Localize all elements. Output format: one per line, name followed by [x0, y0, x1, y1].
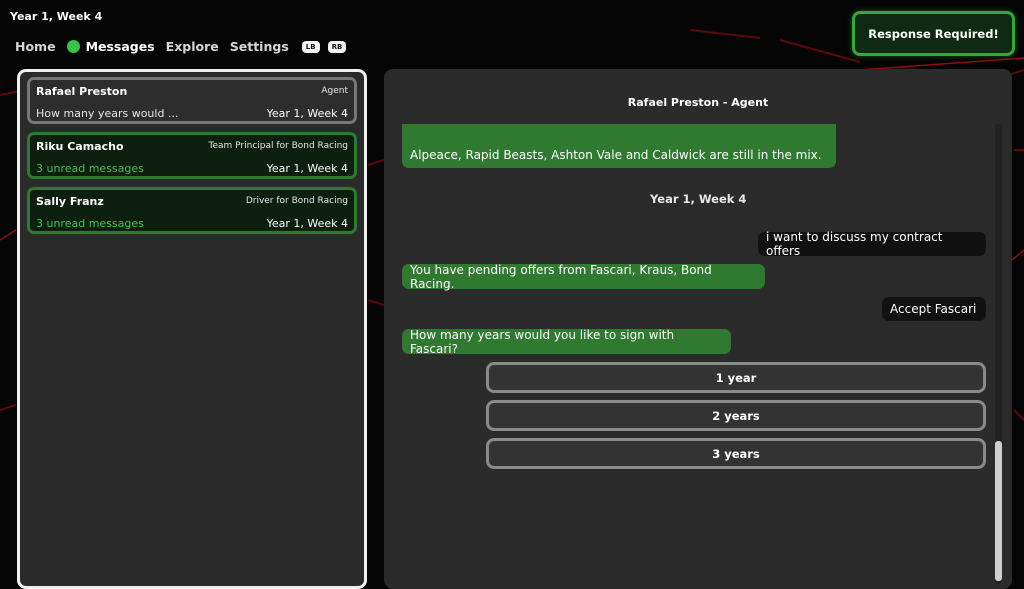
message-bubble-agent: You have pending offers from Fascari, Kr… — [402, 263, 765, 291]
conversation-list: Rafael Preston Agent How many years woul… — [17, 69, 367, 589]
conversation-date: Year 1, Week 4 — [266, 217, 348, 230]
conversation-name: Riku Camacho — [36, 140, 124, 153]
nav-messages[interactable]: Messages — [66, 39, 155, 54]
chat-title: Rafael Preston - Agent — [627, 96, 769, 109]
conversation-preview: How many years would ... — [36, 107, 179, 120]
message-bubble-player: Accept Fascari — [882, 297, 986, 321]
choice-1-year-button[interactable]: 1 year — [486, 362, 986, 393]
message-bubble-agent: Alpeace, Rapid Beasts, Ashton Vale and C… — [402, 124, 836, 168]
chat-scrollbar-thumb[interactable] — [995, 441, 1002, 581]
conversation-preview: 3 unread messages — [36, 217, 144, 230]
conversation-date: Year 1, Week 4 — [266, 107, 348, 120]
message-bubble-agent: How many years would you like to sign wi… — [402, 328, 731, 356]
conversation-name: Sally Franz — [36, 195, 104, 208]
rb-button-icon[interactable]: RB — [327, 40, 347, 53]
conversation-item-rafael-preston[interactable]: Rafael Preston Agent How many years woul… — [27, 77, 357, 124]
conversation-role: Driver for Bond Racing — [245, 196, 348, 206]
nav-explore[interactable]: Explore — [166, 39, 219, 54]
date-separator: Year 1, Week 4 — [650, 192, 747, 206]
conversation-preview: 3 unread messages — [36, 162, 144, 175]
choice-2-years-button[interactable]: 2 years — [486, 400, 986, 431]
main-nav: Home Messages Explore Settings LB RB — [15, 39, 352, 54]
conversation-item-riku-camacho[interactable]: Riku Camacho Team Principal for Bond Rac… — [27, 132, 357, 179]
conversation-role: Agent — [321, 86, 348, 96]
conversation-role: Team Principal for Bond Racing — [208, 141, 349, 151]
nav-messages-label: Messages — [85, 39, 155, 54]
nav-home[interactable]: Home — [15, 39, 56, 54]
conversation-name: Rafael Preston — [36, 85, 128, 98]
conversation-date: Year 1, Week 4 — [266, 162, 348, 175]
lb-button-icon[interactable]: LB — [301, 40, 320, 53]
conversation-item-sally-franz[interactable]: Sally Franz Driver for Bond Racing 3 unr… — [27, 187, 357, 234]
message-bubble-player: i want to discuss my contract offers — [758, 230, 986, 258]
current-date: Year 1, Week 4 — [10, 10, 103, 23]
response-required-button[interactable]: Response Required! — [852, 11, 1015, 56]
chat-panel: Rafael Preston - Agent Alpeace, Rapid Be… — [384, 69, 1012, 589]
nav-settings[interactable]: Settings — [230, 39, 289, 54]
active-indicator-icon — [66, 40, 80, 53]
choice-3-years-button[interactable]: 3 years — [486, 438, 986, 469]
